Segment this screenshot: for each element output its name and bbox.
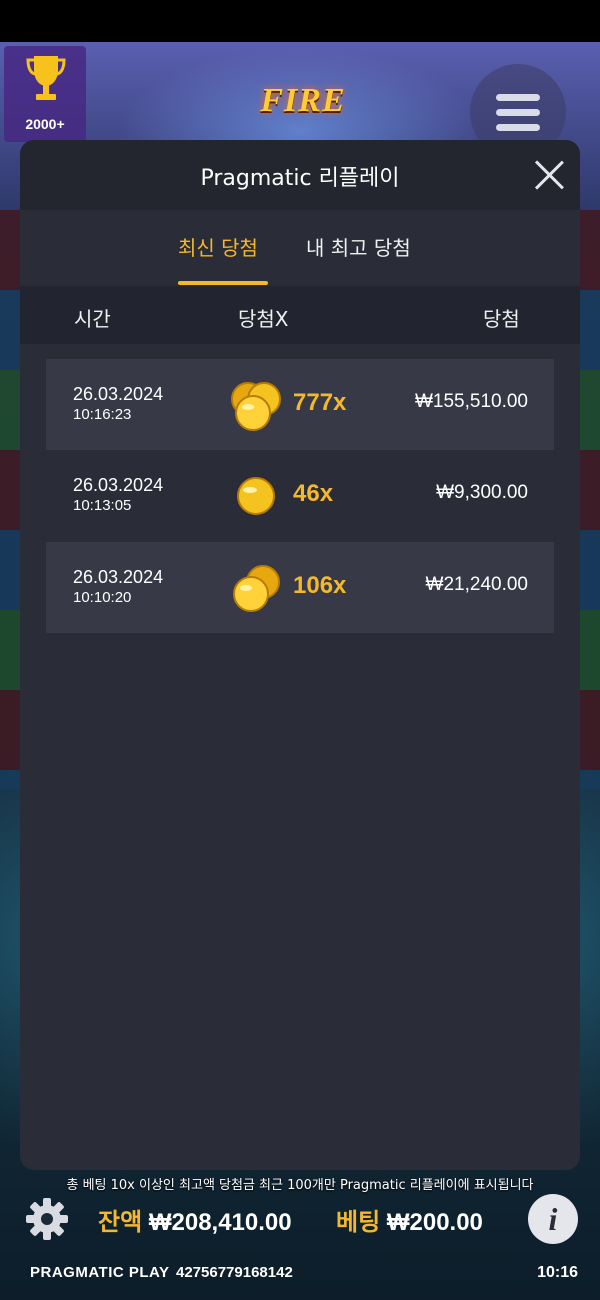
coin-icon xyxy=(237,477,275,515)
row-time: 10:16:23 xyxy=(73,406,132,423)
column-header: 시간 당첨X 당첨 xyxy=(20,286,580,344)
coin-stack-icon xyxy=(231,382,281,431)
replay-notice: 총 베팅 10x 이상인 최고액 당첨금 최근 100개만 Pragmatic … xyxy=(66,1178,534,1193)
trophy-icon xyxy=(26,56,66,100)
modal-header: Pragmatic 리플레이 xyxy=(20,140,580,210)
trophy-count: 2000+ xyxy=(25,116,65,132)
win-row[interactable]: 26.03.2024 10:16:23 777x ₩155,510.00 xyxy=(46,359,554,450)
row-win-amount: ₩155,510.00 xyxy=(414,391,528,412)
logo-text: FIRE xyxy=(260,82,346,119)
close-icon[interactable] xyxy=(532,158,566,192)
reel-strip-left xyxy=(0,210,20,790)
active-tab-indicator xyxy=(178,281,268,285)
clock: 10:16 xyxy=(537,1264,578,1281)
row-win-amount: ₩9,300.00 xyxy=(436,482,528,503)
column-multiplier: 당첨X xyxy=(238,307,289,331)
row-multiplier: 777x xyxy=(293,389,347,416)
row-date: 26.03.2024 xyxy=(73,384,164,404)
balance-value: ₩208,410.00 xyxy=(148,1209,292,1236)
info-icon[interactable]: i xyxy=(528,1194,578,1244)
modal-title: Pragmatic 리플레이 xyxy=(200,166,400,191)
bet-value: ₩200.00 xyxy=(386,1209,483,1236)
win-row[interactable]: 26.03.2024 10:13:05 46x ₩9,300.00 xyxy=(46,450,554,541)
replay-modal: Pragmatic 리플레이 최신 당첨 내 최고 당첨 시간 당첨X 당첨 2… xyxy=(20,140,580,1170)
session-id: 42756779168142 xyxy=(176,1264,293,1281)
balance-display: 잔액 ₩208,410.00 xyxy=(98,1202,292,1237)
row-multiplier: 106x xyxy=(293,572,347,599)
brand-bar: PRAGMATIC PLAY 42756779168142 10:16 xyxy=(0,1256,600,1290)
bet-label: 베팅 xyxy=(336,1209,381,1236)
row-time: 10:10:20 xyxy=(73,589,132,606)
column-win: 당첨 xyxy=(483,307,520,331)
row-multiplier: 46x xyxy=(293,480,334,507)
column-time: 시간 xyxy=(74,307,111,331)
balance-label: 잔액 xyxy=(98,1209,143,1236)
row-time: 10:13:05 xyxy=(73,497,132,514)
tab-latest-wins[interactable]: 최신 당첨 xyxy=(178,232,258,261)
coin-pair-icon xyxy=(233,565,280,612)
row-win-amount: ₩21,240.00 xyxy=(425,574,528,595)
win-row[interactable]: 26.03.2024 10:10:20 106x ₩21,240.00 xyxy=(46,542,554,633)
tab-bar: 최신 당첨 내 최고 당첨 xyxy=(20,210,580,286)
status-bar xyxy=(0,0,600,42)
gear-icon[interactable] xyxy=(24,1196,70,1242)
game-logo: FIRE xyxy=(228,60,378,140)
row-date: 26.03.2024 xyxy=(73,475,164,495)
brand-name: PRAGMATIC PLAY xyxy=(30,1264,170,1281)
bet-display: 베팅 ₩200.00 xyxy=(336,1202,483,1237)
row-date: 26.03.2024 xyxy=(73,567,164,587)
tab-my-best-wins[interactable]: 내 최고 당첨 xyxy=(306,232,411,261)
reel-strip-right xyxy=(580,210,600,790)
